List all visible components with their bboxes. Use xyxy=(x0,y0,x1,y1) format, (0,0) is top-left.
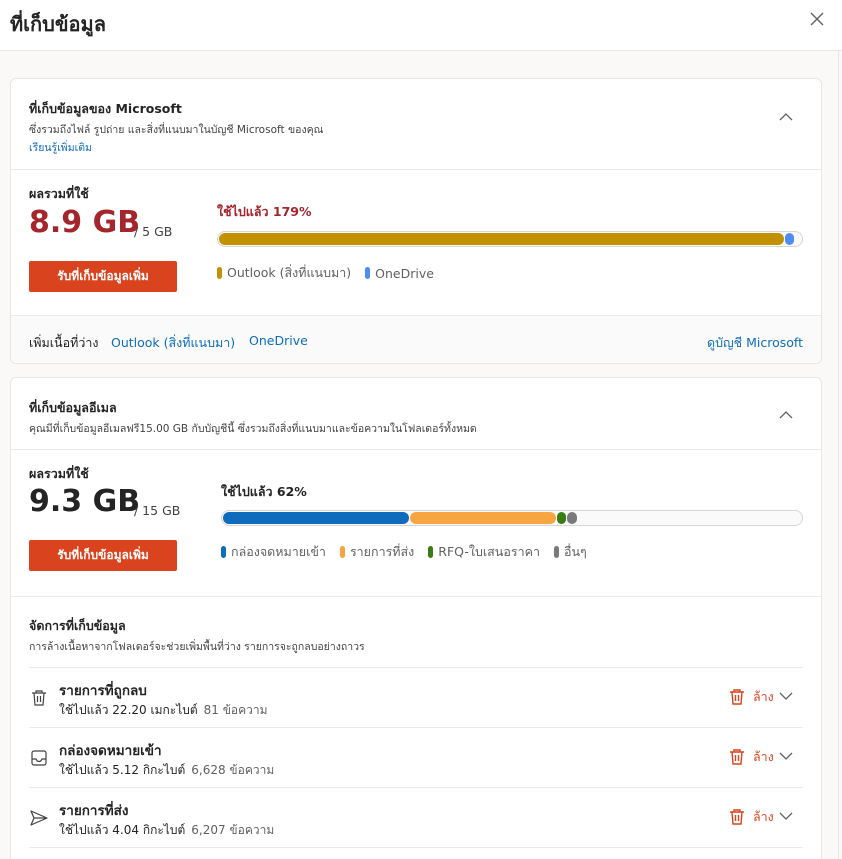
folder-row-deleted: รายการที่ถูกลบ ใช้ไปแล้ว 22.20 เมกะไบต์ 8… xyxy=(29,668,803,726)
learn-more-link[interactable]: เรียนรู้เพิ่มเติม xyxy=(29,139,92,156)
folder-name: รายการที่ส่ง xyxy=(59,803,129,819)
mail-storage-card: ที่เก็บข้อมูลอีเมล คุณมีที่เก็บข้อมูลอีเ… xyxy=(10,377,822,859)
usage-percent-label: ใช้ไปแล้ว 62% xyxy=(221,482,307,502)
folder-usage: ใช้ไปแล้ว 22.20 เมกะไบต์ 81 ข้อความ xyxy=(59,703,268,717)
legend-rfq: RFQ-ใบเสนอราคา xyxy=(428,542,540,562)
view-microsoft-account-link[interactable]: ดูบัญชี Microsoft xyxy=(707,333,803,353)
trash-icon xyxy=(730,809,744,825)
total-used-value: 9.3 GB xyxy=(29,484,141,519)
usage-segment xyxy=(567,512,577,524)
usage-percent-label: ใช้ไปแล้ว 179% xyxy=(217,202,312,222)
get-more-storage-button[interactable]: รับที่เก็บข้อมูลเพิ่ม xyxy=(29,540,177,571)
collapse-chevron-icon[interactable] xyxy=(778,410,794,420)
microsoft-storage-card: ที่เก็บข้อมูลของ Microsoft ซึ่งรวมถึงไฟล… xyxy=(10,78,822,364)
storage-usage-bar xyxy=(217,231,803,247)
close-icon[interactable] xyxy=(806,8,828,30)
legend-sent: รายการที่ส่ง xyxy=(339,542,414,562)
dialog-header: ที่เก็บข้อมูล xyxy=(0,0,842,51)
usage-segment xyxy=(557,512,566,524)
chevron-down-icon[interactable] xyxy=(779,812,793,821)
folder-row-sent: รายการที่ส่ง ใช้ไปแล้ว 4.04 กิกะไบต์ 6,20… xyxy=(29,788,803,846)
chevron-down-icon[interactable] xyxy=(779,692,793,701)
usage-prefix: ใช้ไปแล้ว xyxy=(217,204,273,219)
usage-percent: 62% xyxy=(276,484,307,499)
legend-other: อื่นๆ xyxy=(553,542,587,562)
mail-storage-description: คุณมีที่เก็บข้อมูลอีเมลฟรี15.00 GB กับบั… xyxy=(29,423,477,435)
get-more-storage-button[interactable]: รับที่เก็บข้อมูลเพิ่ม xyxy=(29,261,177,292)
clear-folder-button[interactable]: ล้าง xyxy=(729,746,774,768)
add-space-label: เพิ่มเนื้อที่ว่าง xyxy=(29,335,99,350)
scrollbar-track[interactable] xyxy=(838,51,839,859)
legend-outlook: Outlook (สิ่งที่แนบมา) xyxy=(217,263,351,283)
mail-legend: กล่องจดหมายเข้า รายการที่ส่ง RFQ-ใบเสนอร… xyxy=(221,542,601,562)
trash-icon xyxy=(730,689,744,705)
microsoft-storage-description: ซึ่งรวมถึงไฟล์ รูปถ่าย และสิ่งที่แนบมาใน… xyxy=(29,124,324,136)
storage-legend: Outlook (สิ่งที่แนบมา) OneDrive xyxy=(217,263,448,283)
inbox-icon xyxy=(31,750,47,766)
mail-storage-title: ที่เก็บข้อมูลอีเมล xyxy=(29,400,117,415)
folder-usage: ใช้ไปแล้ว 5.12 กิกะไบต์ 6,628 ข้อความ xyxy=(59,763,275,777)
row-divider xyxy=(29,847,803,848)
dialog-title: ที่เก็บข้อมูล xyxy=(10,12,106,36)
send-icon xyxy=(30,810,48,826)
usage-segment xyxy=(785,233,794,245)
legend-onedrive: OneDrive xyxy=(365,266,434,281)
total-quota: / 15 GB xyxy=(134,503,181,518)
clear-folder-button[interactable]: ล้าง xyxy=(729,806,774,828)
usage-segment xyxy=(219,233,784,245)
divider xyxy=(11,449,821,450)
add-space-outlook-link[interactable]: Outlook (สิ่งที่แนบมา) xyxy=(111,333,235,353)
total-used-label: ผลรวมที่ใช้ xyxy=(29,466,89,481)
divider xyxy=(11,596,821,597)
chevron-down-icon[interactable] xyxy=(779,752,793,761)
total-used-label: ผลรวมที่ใช้ xyxy=(29,186,89,201)
manage-storage-description: การล้างเนื้อหาจากโฟลเดอร์จะช่วยเพิ่มพื้น… xyxy=(29,641,365,653)
add-space-onedrive-link[interactable]: OneDrive xyxy=(249,333,308,348)
divider xyxy=(11,169,821,170)
usage-prefix: ใช้ไปแล้ว xyxy=(221,484,277,499)
manage-storage-title: จัดการที่เก็บข้อมูล xyxy=(29,618,126,633)
folder-usage: ใช้ไปแล้ว 4.04 กิกะไบต์ 6,207 ข้อความ xyxy=(59,823,275,837)
clear-folder-button[interactable]: ล้าง xyxy=(729,686,774,708)
folder-row-inbox: กล่องจดหมายเข้า ใช้ไปแล้ว 5.12 กิกะไบต์ 6… xyxy=(29,728,803,786)
dialog-body[interactable]: ที่เก็บข้อมูลของ Microsoft ซึ่งรวมถึงไฟล… xyxy=(0,51,842,859)
folder-name: กล่องจดหมายเข้า xyxy=(59,743,162,759)
total-quota: / 5 GB xyxy=(134,224,173,239)
legend-inbox: กล่องจดหมายเข้า xyxy=(221,542,326,562)
collapse-chevron-icon[interactable] xyxy=(778,112,794,122)
usage-segment xyxy=(223,512,409,524)
usage-segment xyxy=(410,512,556,524)
total-used-value: 8.9 GB xyxy=(29,205,141,240)
microsoft-storage-title: ที่เก็บข้อมูลของ Microsoft xyxy=(29,101,182,116)
folder-name: รายการที่ถูกลบ xyxy=(59,683,147,699)
mail-usage-bar xyxy=(221,510,803,526)
usage-percent: 179% xyxy=(272,204,312,219)
trash-icon xyxy=(32,690,46,706)
trash-icon xyxy=(730,749,744,765)
